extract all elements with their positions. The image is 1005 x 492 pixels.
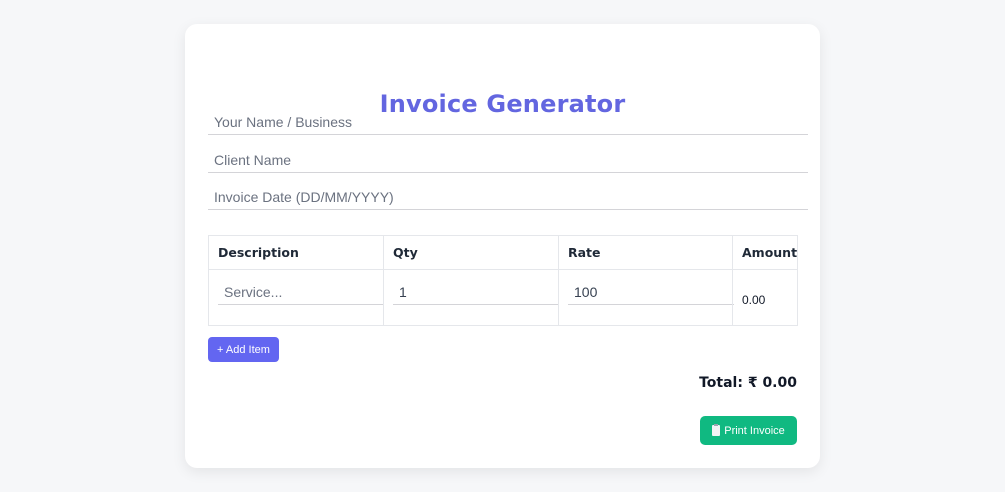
table-row: 0.00 — [208, 269, 798, 326]
qty-cell — [383, 269, 559, 326]
total-amount: Total: ₹ 0.00 — [699, 375, 797, 391]
invoice-date-input[interactable] — [208, 184, 808, 210]
header-amount: Amount — [732, 235, 798, 270]
print-invoice-label: Print Invoice — [724, 424, 785, 437]
client-name-input[interactable] — [208, 147, 808, 173]
description-cell — [208, 269, 384, 326]
items-table: Description Qty Rate Amount 0.00 — [208, 235, 798, 326]
qty-input[interactable] — [393, 279, 559, 305]
business-name-input[interactable] — [208, 109, 808, 135]
rate-input[interactable] — [568, 279, 734, 305]
add-item-button[interactable]: + Add Item — [208, 337, 279, 362]
header-rate: Rate — [558, 235, 733, 270]
clipboard-icon — [712, 424, 721, 436]
table-header-row: Description Qty Rate Amount — [208, 235, 798, 270]
amount-value: 0.00 — [732, 269, 798, 326]
rate-cell — [558, 269, 734, 326]
description-input[interactable] — [218, 279, 384, 305]
header-qty: Qty — [383, 235, 559, 270]
header-description: Description — [208, 235, 384, 270]
print-invoice-button[interactable]: Print Invoice — [700, 416, 797, 445]
